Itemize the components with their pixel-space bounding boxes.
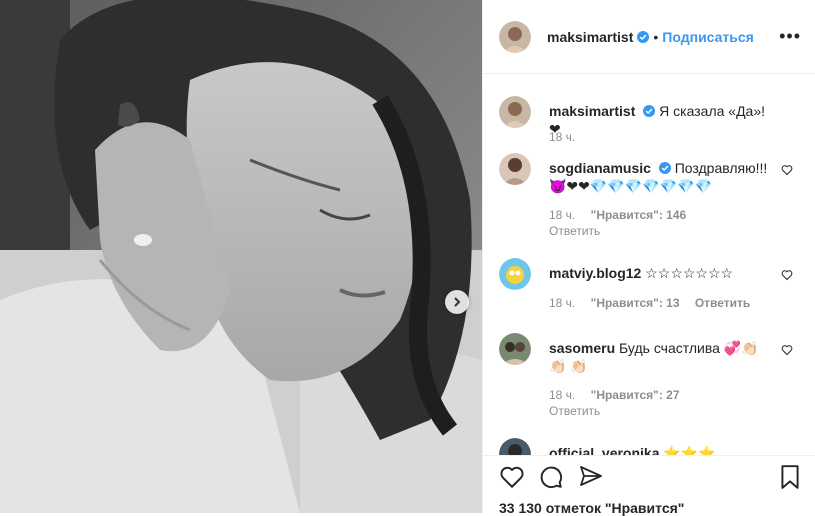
- photo-image: [0, 0, 482, 513]
- comment-text-block: sasomeru Будь счастлива 💞👏🏻👏🏻 👏🏻: [549, 339, 769, 375]
- comment-text-block: matviy.blog12 ☆☆☆☆☆☆☆: [549, 264, 769, 282]
- comment-item: sasomeru Будь счастлива 💞👏🏻👏🏻 👏🏻 18 ч. "…: [499, 333, 799, 423]
- author-username[interactable]: maksimartist: [547, 29, 633, 45]
- comment-username[interactable]: sasomeru: [549, 340, 615, 356]
- comment-text-block: sogdianamusic Поздравляю!!! 😈❤❤💎💎💎💎💎💎💎: [549, 159, 769, 195]
- commenter-avatar[interactable]: [499, 333, 531, 365]
- comment-likes[interactable]: "Нравится": 13: [591, 296, 680, 310]
- comment-time[interactable]: 18 ч.: [549, 208, 575, 222]
- next-photo-button[interactable]: [445, 290, 469, 314]
- author-avatar[interactable]: [499, 20, 531, 53]
- post-actions: 33 130 отметок "Нравится": [483, 455, 815, 516]
- caption-avatar[interactable]: [499, 96, 531, 128]
- comment-time[interactable]: 18 ч.: [549, 388, 575, 402]
- reply-button[interactable]: Ответить: [695, 296, 750, 310]
- comment-likes[interactable]: "Нравится": 146: [591, 208, 687, 222]
- likes-count[interactable]: 33 130 отметок "Нравится": [499, 500, 684, 516]
- post-photo[interactable]: [0, 0, 482, 513]
- comment-username[interactable]: sogdianamusic: [549, 160, 651, 176]
- comment-meta: 18 ч. "Нравится": 13 Ответить: [549, 296, 762, 310]
- caption-time[interactable]: 18 ч.: [549, 130, 575, 144]
- commenter-avatar[interactable]: [499, 153, 531, 185]
- post-sidebar: maksimartist • Подписаться ••• maksimart…: [482, 0, 815, 516]
- comment-likes[interactable]: "Нравится": 27: [591, 388, 680, 402]
- verified-icon: [658, 162, 671, 174]
- reply-button[interactable]: Ответить: [549, 404, 600, 418]
- commenter-avatar[interactable]: [499, 258, 531, 290]
- comment-icon[interactable]: [538, 464, 564, 490]
- separator-dot: •: [653, 28, 659, 45]
- post-caption: maksimartist Я сказала «Да»!❤ 18 ч.: [499, 96, 799, 156]
- comment-text: ☆☆☆☆☆☆☆: [645, 265, 734, 281]
- verified-icon: [637, 30, 650, 43]
- caption-username[interactable]: maksimartist: [549, 103, 635, 119]
- comment-time[interactable]: 18 ч.: [549, 296, 575, 310]
- chevron-right-icon: [454, 297, 461, 307]
- follow-button[interactable]: Подписаться: [662, 29, 754, 45]
- like-heart-icon[interactable]: [499, 464, 525, 490]
- heart-icon[interactable]: [781, 269, 793, 281]
- heart-icon[interactable]: [781, 344, 793, 356]
- verified-icon: [643, 105, 656, 117]
- share-icon[interactable]: [579, 464, 603, 488]
- caption-meta: 18 ч.: [549, 130, 587, 144]
- comment-username[interactable]: matviy.blog12: [549, 265, 641, 281]
- comment-item: matviy.blog12 ☆☆☆☆☆☆☆ 18 ч. "Нравится": …: [499, 258, 799, 318]
- bookmark-icon[interactable]: [779, 464, 801, 490]
- comment-meta: 18 ч. "Нравится": 27: [549, 388, 692, 402]
- comment-item: sogdianamusic Поздравляю!!! 😈❤❤💎💎💎💎💎💎💎 1…: [499, 153, 799, 243]
- comment-meta: 18 ч. "Нравится": 146: [549, 208, 698, 222]
- post-header: maksimartist • Подписаться •••: [483, 0, 815, 74]
- reply-button[interactable]: Ответить: [549, 224, 600, 238]
- heart-icon[interactable]: [781, 164, 793, 176]
- more-options-button[interactable]: •••: [779, 26, 801, 47]
